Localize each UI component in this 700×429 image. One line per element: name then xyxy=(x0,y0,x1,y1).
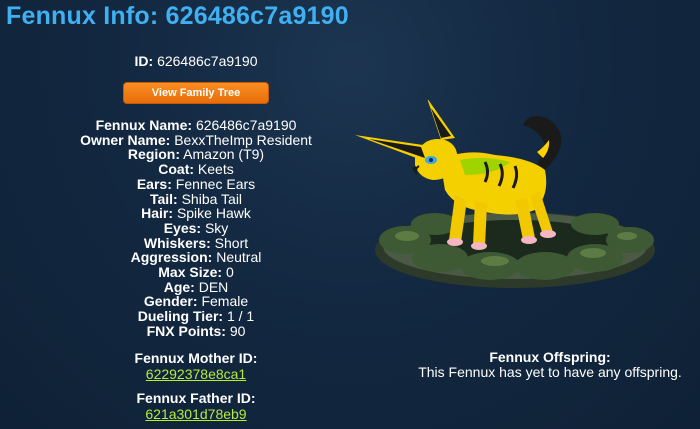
father-id-link[interactable]: 621a301d78eb9 xyxy=(145,406,246,422)
info-row-hair: Hair: Spike Hawk xyxy=(0,206,392,221)
info-label: Coat: xyxy=(158,161,195,178)
view-family-tree-button[interactable]: View Family Tree xyxy=(123,82,269,104)
info-label: Max Size: xyxy=(158,264,223,281)
info-label: Eyes: xyxy=(163,219,202,236)
info-value: 90 xyxy=(229,322,246,339)
info-list: Fennux Name: 626486c7a9190 Owner Name: B… xyxy=(0,118,392,339)
mother-label: Fennux Mother ID: xyxy=(134,350,258,366)
info-value: Shiba Tail xyxy=(181,190,243,207)
fennux-image xyxy=(355,100,655,288)
page-title: Fennux Info: 626486c7a9190 xyxy=(6,2,349,30)
mother-id-link[interactable]: 62292378e8ca1 xyxy=(146,366,246,382)
info-label: FNX Points: xyxy=(146,322,226,339)
info-row-region: Region: Amazon (T9) xyxy=(0,147,392,162)
info-label: Hair: xyxy=(141,205,174,222)
mother-section: Fennux Mother ID: 62292378e8ca1 xyxy=(0,350,392,382)
info-row-eyes: Eyes: Sky xyxy=(0,221,392,236)
info-value: 1 / 1 xyxy=(226,308,255,325)
info-row-age: Age: DEN xyxy=(0,278,392,295)
info-label: Dueling Tier: xyxy=(137,308,224,325)
info-row-whiskers: Whiskers: Short xyxy=(0,234,392,251)
info-value: 0 xyxy=(225,264,234,281)
info-label: Age: xyxy=(163,278,195,295)
info-value: Fennec Ears xyxy=(175,175,256,192)
info-label: Gender: xyxy=(143,293,198,310)
offspring-section: Fennux Offspring: This Fennux has yet to… xyxy=(400,350,700,380)
info-label: Region: xyxy=(127,146,181,163)
father-section: Fennux Father ID: 621a301d78eb9 xyxy=(0,390,392,422)
info-row-tail: Tail: Shiba Tail xyxy=(0,190,392,207)
info-value: Short xyxy=(214,234,249,251)
id-value: 626486c7a9190 xyxy=(157,53,258,69)
father-label: Fennux Father ID: xyxy=(136,390,256,406)
info-value: Spike Hawk xyxy=(176,205,251,222)
info-value: Sky xyxy=(204,219,229,236)
info-row-aggression: Aggression: Neutral xyxy=(0,250,392,265)
info-row-ears: Ears: Fennec Ears xyxy=(0,175,392,192)
info-row-fennux-name: Fennux Name: 626486c7a9190 xyxy=(0,118,392,133)
info-value: BexxTheImp Resident xyxy=(174,131,312,148)
info-label: Whiskers: xyxy=(143,234,211,251)
info-label: Fennux Name: xyxy=(95,117,193,133)
info-value: Neutral xyxy=(216,249,262,266)
info-row-owner-name: Owner Name: BexxTheImp Resident xyxy=(0,131,392,148)
info-value: 626486c7a9190 xyxy=(195,117,297,133)
info-value: Amazon (T9) xyxy=(183,146,265,163)
info-row-dueling-tier: Dueling Tier: 1 / 1 xyxy=(0,309,392,324)
info-value: DEN xyxy=(198,278,229,295)
info-value: Keets xyxy=(197,161,234,178)
info-label: Ears: xyxy=(136,175,172,192)
offspring-label: Fennux Offspring: xyxy=(489,349,611,365)
info-label: Owner Name: xyxy=(80,131,171,148)
info-row-fnx-points: FNX Points: 90 xyxy=(0,322,392,339)
id-label: ID: xyxy=(134,53,154,69)
offspring-text: This Fennux has yet to have any offsprin… xyxy=(418,364,682,380)
info-value: Female xyxy=(201,293,249,310)
info-row-max-size: Max Size: 0 xyxy=(0,265,392,280)
info-label: Tail: xyxy=(149,190,178,207)
info-row-gender: Gender: Female xyxy=(0,294,392,309)
info-row-coat: Coat: Keets xyxy=(0,162,392,177)
id-line: ID: 626486c7a9190 xyxy=(0,53,392,69)
info-label: Aggression: xyxy=(130,249,213,266)
